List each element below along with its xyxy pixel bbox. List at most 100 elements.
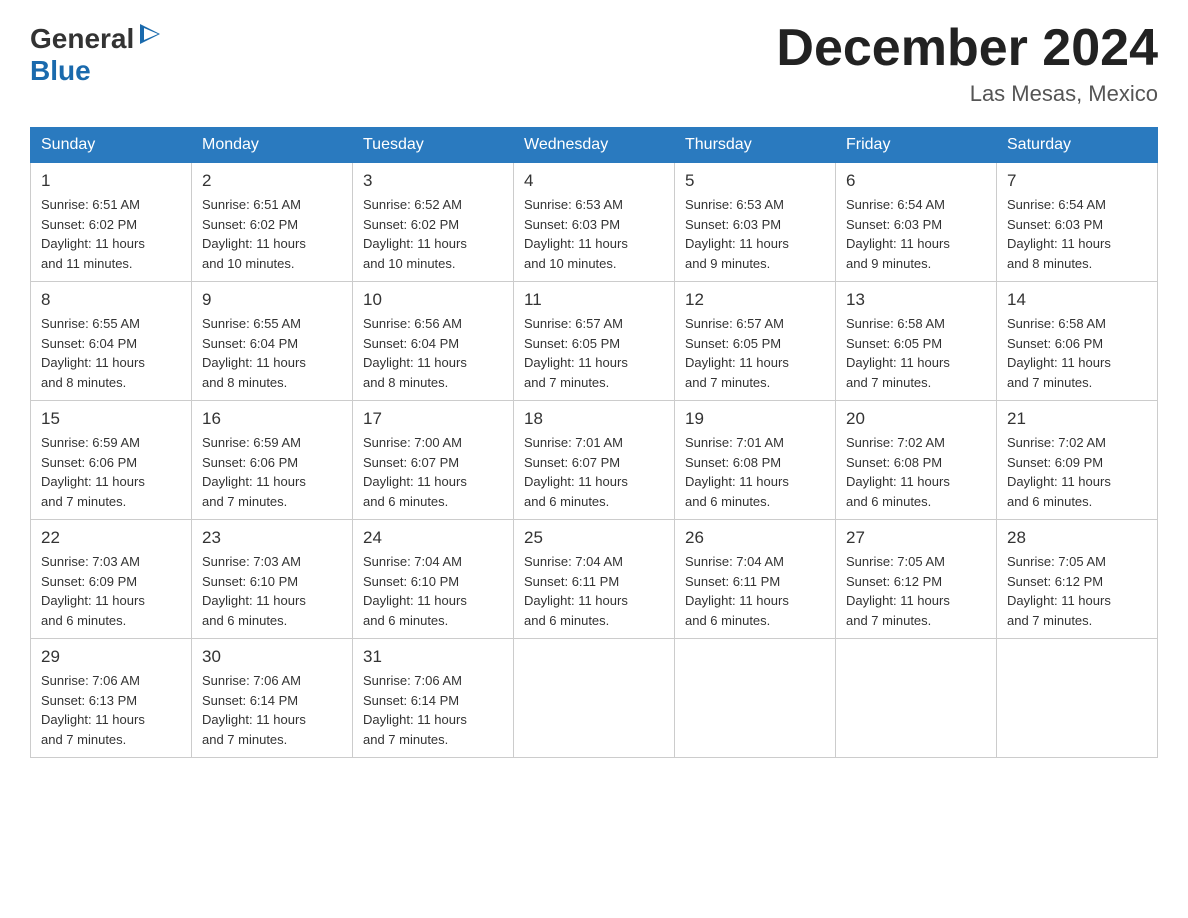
month-title: December 2024 — [776, 20, 1158, 77]
day-header-friday: Friday — [836, 128, 997, 163]
logo-general-text: General — [30, 23, 134, 55]
day-info: Sunrise: 7:05 AMSunset: 6:12 PMDaylight:… — [846, 552, 986, 630]
day-number: 26 — [685, 528, 825, 548]
week-row-3: 15 Sunrise: 6:59 AMSunset: 6:06 PMDayligh… — [31, 401, 1158, 520]
week-row-1: 1 Sunrise: 6:51 AMSunset: 6:02 PMDaylight… — [31, 163, 1158, 282]
calendar-cell: 31 Sunrise: 7:06 AMSunset: 6:14 PMDayligh… — [353, 639, 514, 758]
day-number: 17 — [363, 409, 503, 429]
calendar-cell: 19 Sunrise: 7:01 AMSunset: 6:08 PMDayligh… — [675, 401, 836, 520]
day-number: 31 — [363, 647, 503, 667]
day-info: Sunrise: 7:00 AMSunset: 6:07 PMDaylight:… — [363, 433, 503, 511]
day-number: 11 — [524, 290, 664, 310]
calendar-cell: 28Sunrise: 7:05 AMSunset: 6:12 PMDayligh… — [997, 520, 1158, 639]
day-number: 23 — [202, 528, 342, 548]
day-number: 7 — [1007, 171, 1147, 191]
day-info: Sunrise: 7:03 AMSunset: 6:10 PMDaylight:… — [202, 552, 342, 630]
calendar-cell: 21Sunrise: 7:02 AMSunset: 6:09 PMDayligh… — [997, 401, 1158, 520]
title-area: December 2024 Las Mesas, Mexico — [776, 20, 1158, 107]
logo-triangle-icon — [136, 20, 164, 48]
day-number: 6 — [846, 171, 986, 191]
calendar-cell: 25Sunrise: 7:04 AMSunset: 6:11 PMDayligh… — [514, 520, 675, 639]
day-info: Sunrise: 7:06 AMSunset: 6:14 PMDaylight:… — [363, 671, 503, 749]
calendar-cell: 13 Sunrise: 6:58 AMSunset: 6:05 PMDayligh… — [836, 282, 997, 401]
day-info: Sunrise: 6:59 AMSunset: 6:06 PMDaylight:… — [202, 433, 342, 511]
calendar-cell: 7 Sunrise: 6:54 AMSunset: 6:03 PMDaylight… — [997, 163, 1158, 282]
day-number: 14 — [1007, 290, 1147, 310]
day-info: Sunrise: 6:59 AMSunset: 6:06 PMDaylight:… — [41, 433, 181, 511]
calendar-cell: 6 Sunrise: 6:54 AMSunset: 6:03 PMDaylight… — [836, 163, 997, 282]
calendar-cell: 26 Sunrise: 7:04 AMSunset: 6:11 PMDayligh… — [675, 520, 836, 639]
calendar-cell: 10 Sunrise: 6:56 AMSunset: 6:04 PMDayligh… — [353, 282, 514, 401]
day-header-saturday: Saturday — [997, 128, 1158, 163]
calendar-cell: 23 Sunrise: 7:03 AMSunset: 6:10 PMDayligh… — [192, 520, 353, 639]
day-header-sunday: Sunday — [31, 128, 192, 163]
day-number: 18 — [524, 409, 664, 429]
day-number: 5 — [685, 171, 825, 191]
calendar-cell: 27Sunrise: 7:05 AMSunset: 6:12 PMDayligh… — [836, 520, 997, 639]
calendar-cell: 9Sunrise: 6:55 AMSunset: 6:04 PMDaylight… — [192, 282, 353, 401]
day-header-tuesday: Tuesday — [353, 128, 514, 163]
calendar-cell: 5 Sunrise: 6:53 AMSunset: 6:03 PMDaylight… — [675, 163, 836, 282]
day-info: Sunrise: 6:56 AMSunset: 6:04 PMDaylight:… — [363, 314, 503, 392]
calendar-cell — [836, 639, 997, 758]
day-info: Sunrise: 6:57 AMSunset: 6:05 PMDaylight:… — [524, 314, 664, 392]
calendar-cell — [514, 639, 675, 758]
day-info: Sunrise: 7:05 AMSunset: 6:12 PMDaylight:… — [1007, 552, 1147, 630]
logo: General Blue — [30, 20, 164, 87]
day-info: Sunrise: 7:06 AMSunset: 6:14 PMDaylight:… — [202, 671, 342, 749]
day-header-monday: Monday — [192, 128, 353, 163]
day-info: Sunrise: 6:54 AMSunset: 6:03 PMDaylight:… — [846, 195, 986, 273]
day-info: Sunrise: 7:04 AMSunset: 6:11 PMDaylight:… — [685, 552, 825, 630]
day-info: Sunrise: 7:06 AMSunset: 6:13 PMDaylight:… — [41, 671, 181, 749]
calendar-cell: 20 Sunrise: 7:02 AMSunset: 6:08 PMDayligh… — [836, 401, 997, 520]
day-number: 10 — [363, 290, 503, 310]
day-number: 4 — [524, 171, 664, 191]
day-number: 22 — [41, 528, 181, 548]
day-number: 1 — [41, 171, 181, 191]
calendar-cell — [675, 639, 836, 758]
day-info: Sunrise: 7:01 AMSunset: 6:07 PMDaylight:… — [524, 433, 664, 511]
week-row-2: 8Sunrise: 6:55 AMSunset: 6:04 PMDaylight… — [31, 282, 1158, 401]
day-number: 16 — [202, 409, 342, 429]
day-header-thursday: Thursday — [675, 128, 836, 163]
header-row: SundayMondayTuesdayWednesdayThursdayFrid… — [31, 128, 1158, 163]
calendar-cell: 16 Sunrise: 6:59 AMSunset: 6:06 PMDayligh… — [192, 401, 353, 520]
day-number: 20 — [846, 409, 986, 429]
calendar-cell: 24Sunrise: 7:04 AMSunset: 6:10 PMDayligh… — [353, 520, 514, 639]
calendar-cell: 30 Sunrise: 7:06 AMSunset: 6:14 PMDayligh… — [192, 639, 353, 758]
day-info: Sunrise: 7:02 AMSunset: 6:09 PMDaylight:… — [1007, 433, 1147, 511]
day-number: 12 — [685, 290, 825, 310]
day-info: Sunrise: 6:53 AMSunset: 6:03 PMDaylight:… — [685, 195, 825, 273]
calendar-cell: 17 Sunrise: 7:00 AMSunset: 6:07 PMDayligh… — [353, 401, 514, 520]
day-number: 30 — [202, 647, 342, 667]
day-info: Sunrise: 6:58 AMSunset: 6:05 PMDaylight:… — [846, 314, 986, 392]
calendar-cell: 2Sunrise: 6:51 AMSunset: 6:02 PMDaylight… — [192, 163, 353, 282]
calendar-table: SundayMondayTuesdayWednesdayThursdayFrid… — [30, 127, 1158, 758]
calendar-cell: 12Sunrise: 6:57 AMSunset: 6:05 PMDayligh… — [675, 282, 836, 401]
calendar-cell: 4Sunrise: 6:53 AMSunset: 6:03 PMDaylight… — [514, 163, 675, 282]
logo-blue-text: Blue — [30, 55, 91, 86]
day-number: 13 — [846, 290, 986, 310]
day-number: 3 — [363, 171, 503, 191]
day-info: Sunrise: 6:55 AMSunset: 6:04 PMDaylight:… — [41, 314, 181, 392]
calendar-cell: 15 Sunrise: 6:59 AMSunset: 6:06 PMDayligh… — [31, 401, 192, 520]
day-number: 15 — [41, 409, 181, 429]
day-number: 19 — [685, 409, 825, 429]
calendar-cell: 18 Sunrise: 7:01 AMSunset: 6:07 PMDayligh… — [514, 401, 675, 520]
day-info: Sunrise: 6:52 AMSunset: 6:02 PMDaylight:… — [363, 195, 503, 273]
day-info: Sunrise: 6:51 AMSunset: 6:02 PMDaylight:… — [202, 195, 342, 273]
day-info: Sunrise: 6:54 AMSunset: 6:03 PMDaylight:… — [1007, 195, 1147, 273]
calendar-header: SundayMondayTuesdayWednesdayThursdayFrid… — [31, 128, 1158, 163]
calendar-cell: 14Sunrise: 6:58 AMSunset: 6:06 PMDayligh… — [997, 282, 1158, 401]
day-info: Sunrise: 7:01 AMSunset: 6:08 PMDaylight:… — [685, 433, 825, 511]
day-header-wednesday: Wednesday — [514, 128, 675, 163]
calendar-cell: 22 Sunrise: 7:03 AMSunset: 6:09 PMDayligh… — [31, 520, 192, 639]
day-info: Sunrise: 7:03 AMSunset: 6:09 PMDaylight:… — [41, 552, 181, 630]
calendar-cell: 1 Sunrise: 6:51 AMSunset: 6:02 PMDaylight… — [31, 163, 192, 282]
day-number: 24 — [363, 528, 503, 548]
calendar-cell — [997, 639, 1158, 758]
calendar-cell: 8Sunrise: 6:55 AMSunset: 6:04 PMDaylight… — [31, 282, 192, 401]
day-info: Sunrise: 7:02 AMSunset: 6:08 PMDaylight:… — [846, 433, 986, 511]
day-info: Sunrise: 6:51 AMSunset: 6:02 PMDaylight:… — [41, 195, 181, 273]
week-row-5: 29Sunrise: 7:06 AMSunset: 6:13 PMDayligh… — [31, 639, 1158, 758]
